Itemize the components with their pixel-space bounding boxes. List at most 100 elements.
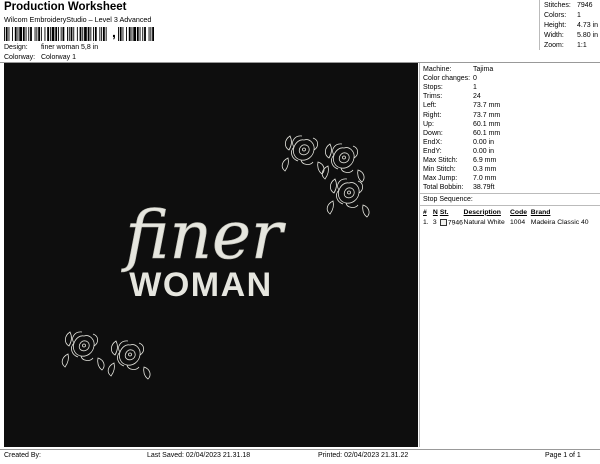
barcode-bar <box>136 27 139 41</box>
barcode-bar <box>142 27 144 41</box>
up-row: Up: 60.1 mm <box>423 120 501 128</box>
barcode-bar <box>68 27 70 41</box>
stat-stitches: Stitches: 7946 <box>544 1 593 9</box>
software-subtitle: Wilcom EmbroideryStudio – Level 3 Advanc… <box>4 15 152 24</box>
barcode-bar <box>14 27 17 41</box>
barcode-bar <box>148 27 150 41</box>
barcode <box>4 27 107 41</box>
barcode-bar <box>84 27 87 41</box>
barcode-bar <box>17 27 19 41</box>
rose-top-left-icon <box>281 135 325 175</box>
page-number: Page 1 of 1 <box>545 452 581 459</box>
barcode-bar <box>150 27 152 41</box>
barcode-bar <box>19 27 22 41</box>
stat-colors: Colors: 1 <box>544 11 581 19</box>
barcode-bar <box>122 27 124 41</box>
thread-swatch <box>439 218 447 226</box>
barcode-separator: , <box>112 24 116 40</box>
barcode-bar <box>60 27 62 41</box>
barcode-bar <box>44 27 46 41</box>
barcode-bar <box>22 27 25 41</box>
design-value: finer woman 5,8 in <box>40 44 99 51</box>
col-code: Code <box>510 208 528 216</box>
machine-row: Machine: Tajima <box>423 66 494 74</box>
barcode-bar <box>101 27 103 41</box>
rose-bottom-left-icon <box>61 331 105 371</box>
table-row: 1. 3 7946 Natural White 1004 Madeira Cla… <box>423 218 589 227</box>
design-preview: finer WOMAN <box>4 63 418 447</box>
stats-box: Stitches: 7946 Colors: 1 Height: 4.73 in Wi… <box>539 0 600 50</box>
barcode-bar <box>87 27 90 41</box>
rose-bottom-right-icon <box>107 340 151 380</box>
embroidery-design: finer WOMAN <box>61 135 370 380</box>
last-saved: Last Saved: 02/04/2023 21.31.18 <box>147 452 251 459</box>
col-brand: Brand <box>530 208 551 216</box>
color-changes-row: Color changes: 0 <box>423 75 477 83</box>
barcode-bar <box>131 27 133 41</box>
created-by: Created By: <box>4 452 41 459</box>
barcode-bar <box>38 27 40 41</box>
col-n: N <box>432 208 438 216</box>
colorway-label: Colorway: <box>4 54 36 61</box>
min-stitch-row: Min Stitch: 0.3 mm <box>423 166 497 174</box>
col-st: St. <box>439 208 449 216</box>
rose-top-center-icon <box>321 143 365 183</box>
barcode-bar <box>47 27 49 41</box>
max-jump-row: Max Jump: 7.0 mm <box>423 175 497 183</box>
design-label: Design: <box>4 44 28 51</box>
barcode-bar <box>62 27 65 41</box>
barcode-bar <box>25 27 27 41</box>
barcode-bar <box>67 27 68 41</box>
left-row: Left: 73.7 mm <box>423 102 501 110</box>
barcode-bar <box>8 27 10 41</box>
colorway-meta: Colorway: Colorway 1 <box>4 54 76 61</box>
barcode-bar <box>128 27 131 41</box>
max-stitch-row: Max Stitch: 6.9 mm <box>423 156 497 164</box>
stat-zoom: Zoom: 1:1 <box>544 41 587 49</box>
endx-row: EndX: 0.00 in <box>423 138 495 146</box>
barcode-bar <box>118 27 119 41</box>
endy-row: EndY: 0.00 in <box>423 147 495 155</box>
machine-panel: Machine: Tajima Color changes: 0 Stops: 1 T… <box>419 63 600 447</box>
panel-divider <box>420 193 600 195</box>
barcode-bar <box>94 27 97 41</box>
colorway-value: Colorway 1 <box>40 54 76 61</box>
barcode-bar <box>28 27 30 41</box>
barcode-bar <box>90 27 92 41</box>
barcode-bar <box>34 27 36 41</box>
barcode-bar <box>99 27 101 41</box>
footer-divider <box>0 449 600 450</box>
barcode-bar <box>126 27 127 41</box>
barcode-bar <box>105 27 107 41</box>
barcode-secondary <box>118 27 154 41</box>
barcode-bar <box>152 27 154 41</box>
stat-height: Height: 4.73 in <box>544 21 599 29</box>
barcode-bar <box>103 27 105 41</box>
barcode-bar <box>4 27 5 41</box>
down-row: Down: 60.1 mm <box>423 129 501 137</box>
barcode-bar <box>70 27 73 41</box>
barcode-bar <box>30 27 32 41</box>
barcode-bar <box>49 27 51 41</box>
barcode-bar <box>76 27 78 41</box>
barcode-bar <box>119 27 122 41</box>
col-description: Description <box>463 208 501 216</box>
design-script-text: finer <box>120 197 286 274</box>
barcode-bar <box>40 27 42 41</box>
rose-top-right-icon <box>326 178 370 218</box>
design-meta: Design: finer woman 5,8 in <box>4 44 98 51</box>
barcode-bar <box>133 27 136 41</box>
stops-row: Stops: 1 <box>423 84 477 92</box>
right-row: Right: 73.7 mm <box>423 111 501 119</box>
barcode-bar <box>79 27 82 41</box>
barcode-bar <box>144 27 146 41</box>
col-num: # <box>423 208 427 216</box>
barcode-bar <box>36 27 38 41</box>
barcode-bar <box>12 27 13 41</box>
stop-sequence-header: # N St. Description Code Brand <box>420 207 600 217</box>
barcode-bar <box>93 27 94 41</box>
design-block-text: WOMAN <box>129 266 272 304</box>
stop-sequence-title: Stop Sequence: <box>423 196 473 204</box>
trims-row: Trims: 24 <box>423 93 481 101</box>
barcode-bar <box>51 27 55 41</box>
